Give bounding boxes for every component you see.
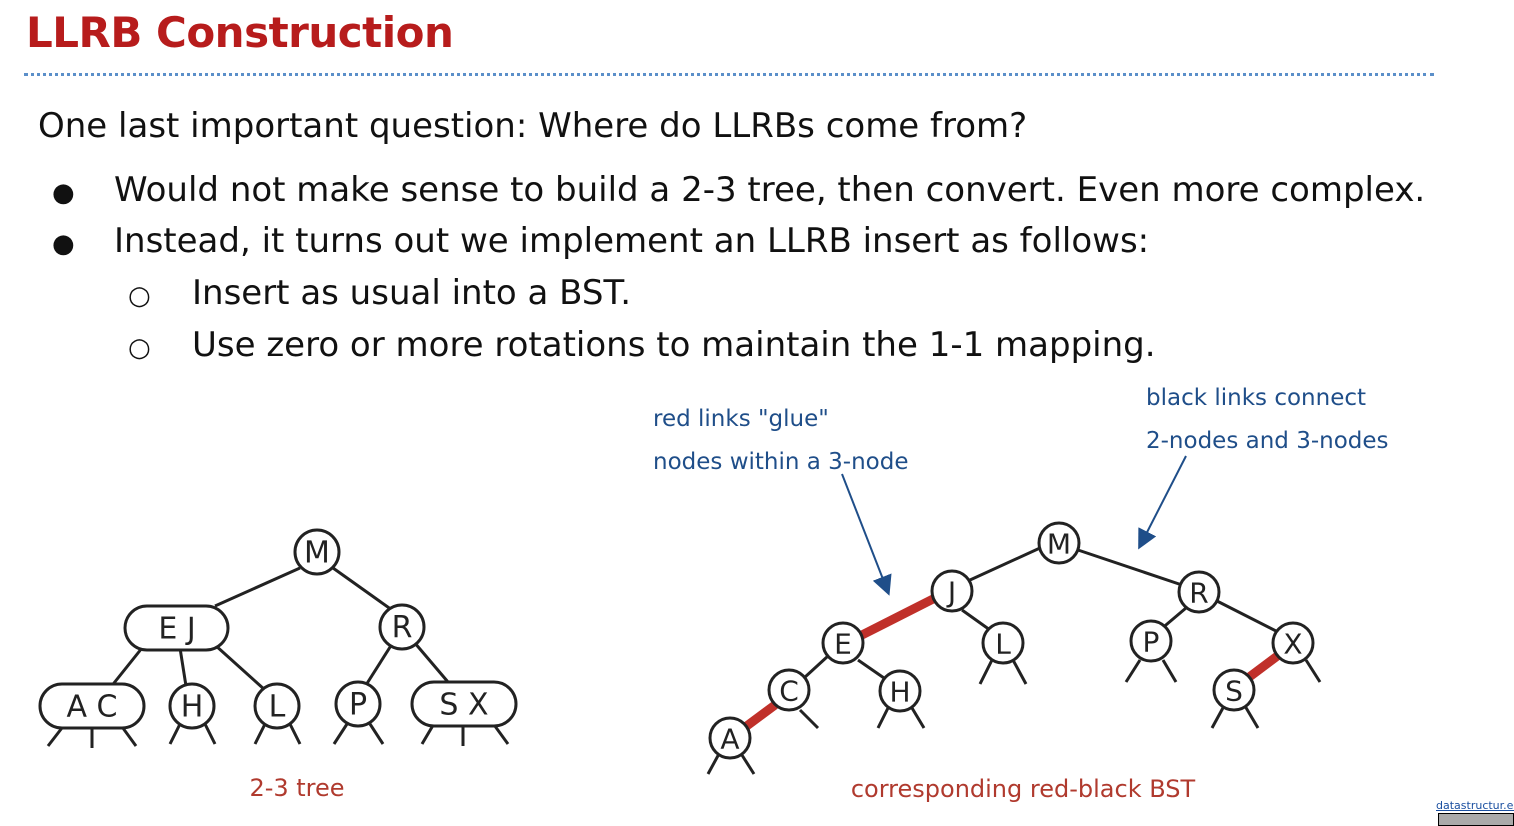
- tree23-node-label: S X: [439, 688, 488, 723]
- rb-node-label: X: [1283, 628, 1302, 661]
- rb-node-label: M: [1047, 528, 1071, 561]
- annotation-black-line1: black links connect: [1146, 385, 1366, 411]
- tree23-node-label: P: [349, 688, 367, 723]
- tree23-stub: [288, 723, 302, 745]
- tree23-node-label: H: [181, 690, 204, 725]
- tree-diagrams: M E J R A C H L P S X 2-3 tree M J R E L…: [38, 385, 1389, 803]
- tree23-stub: [368, 723, 385, 745]
- tree23-caption: 2-3 tree: [249, 774, 344, 802]
- rb-node-label: A: [720, 723, 739, 756]
- arrow-icon: [841, 473, 892, 596]
- tree23-link: [178, 647, 188, 687]
- rb-black-link: [961, 608, 991, 632]
- tree23-link: [214, 566, 301, 608]
- rb-red-link: [1245, 650, 1283, 682]
- rb-black-link: [802, 654, 830, 680]
- annotation-red-line1: red links "glue": [653, 406, 829, 432]
- rb-node-label: E: [834, 628, 852, 661]
- rb-node-label: H: [889, 676, 910, 709]
- rb-black-link: [1214, 598, 1279, 634]
- tree23-stub: [332, 723, 349, 745]
- credit-link[interactable]: datastructur.es: [1436, 799, 1514, 812]
- tree23-link: [364, 643, 394, 686]
- rb-node-label: L: [995, 628, 1011, 661]
- rb-node-label: R: [1189, 577, 1208, 610]
- annotation-red-line2: nodes within a 3-node: [653, 449, 909, 475]
- rb-node-label: C: [779, 675, 799, 708]
- tree23-stub: [168, 723, 182, 745]
- tree23-link: [213, 643, 267, 692]
- tree23-node-label: R: [392, 611, 413, 646]
- rb-tree-caption: corresponding red-black BST: [851, 775, 1196, 803]
- rb-black-link: [969, 546, 1041, 582]
- tree23-link: [108, 647, 144, 689]
- annotation-black-line2: 2-nodes and 3-nodes: [1146, 428, 1389, 454]
- tree23-node-label: A C: [66, 690, 117, 725]
- tree23-stub: [203, 723, 217, 745]
- rb-tree-nodes: [708, 521, 1315, 760]
- rb-black-link: [1077, 548, 1183, 587]
- cc-license-icon: [1438, 813, 1514, 826]
- arrow-icon: [1138, 455, 1187, 550]
- tree23-node-label: M: [304, 536, 330, 571]
- rb-node-label: J: [946, 576, 956, 609]
- rb-node-label: P: [1143, 626, 1160, 659]
- tree23-link: [332, 566, 393, 612]
- tree23-node-label: E J: [158, 612, 195, 647]
- rb-black-link: [857, 658, 885, 680]
- rb-node-label: S: [1225, 675, 1243, 708]
- tree23-link: [412, 641, 450, 683]
- rb-red-link: [741, 701, 778, 732]
- rb-red-link: [857, 593, 938, 641]
- tree23-stub: [253, 723, 267, 745]
- tree23-node-label: L: [269, 690, 286, 725]
